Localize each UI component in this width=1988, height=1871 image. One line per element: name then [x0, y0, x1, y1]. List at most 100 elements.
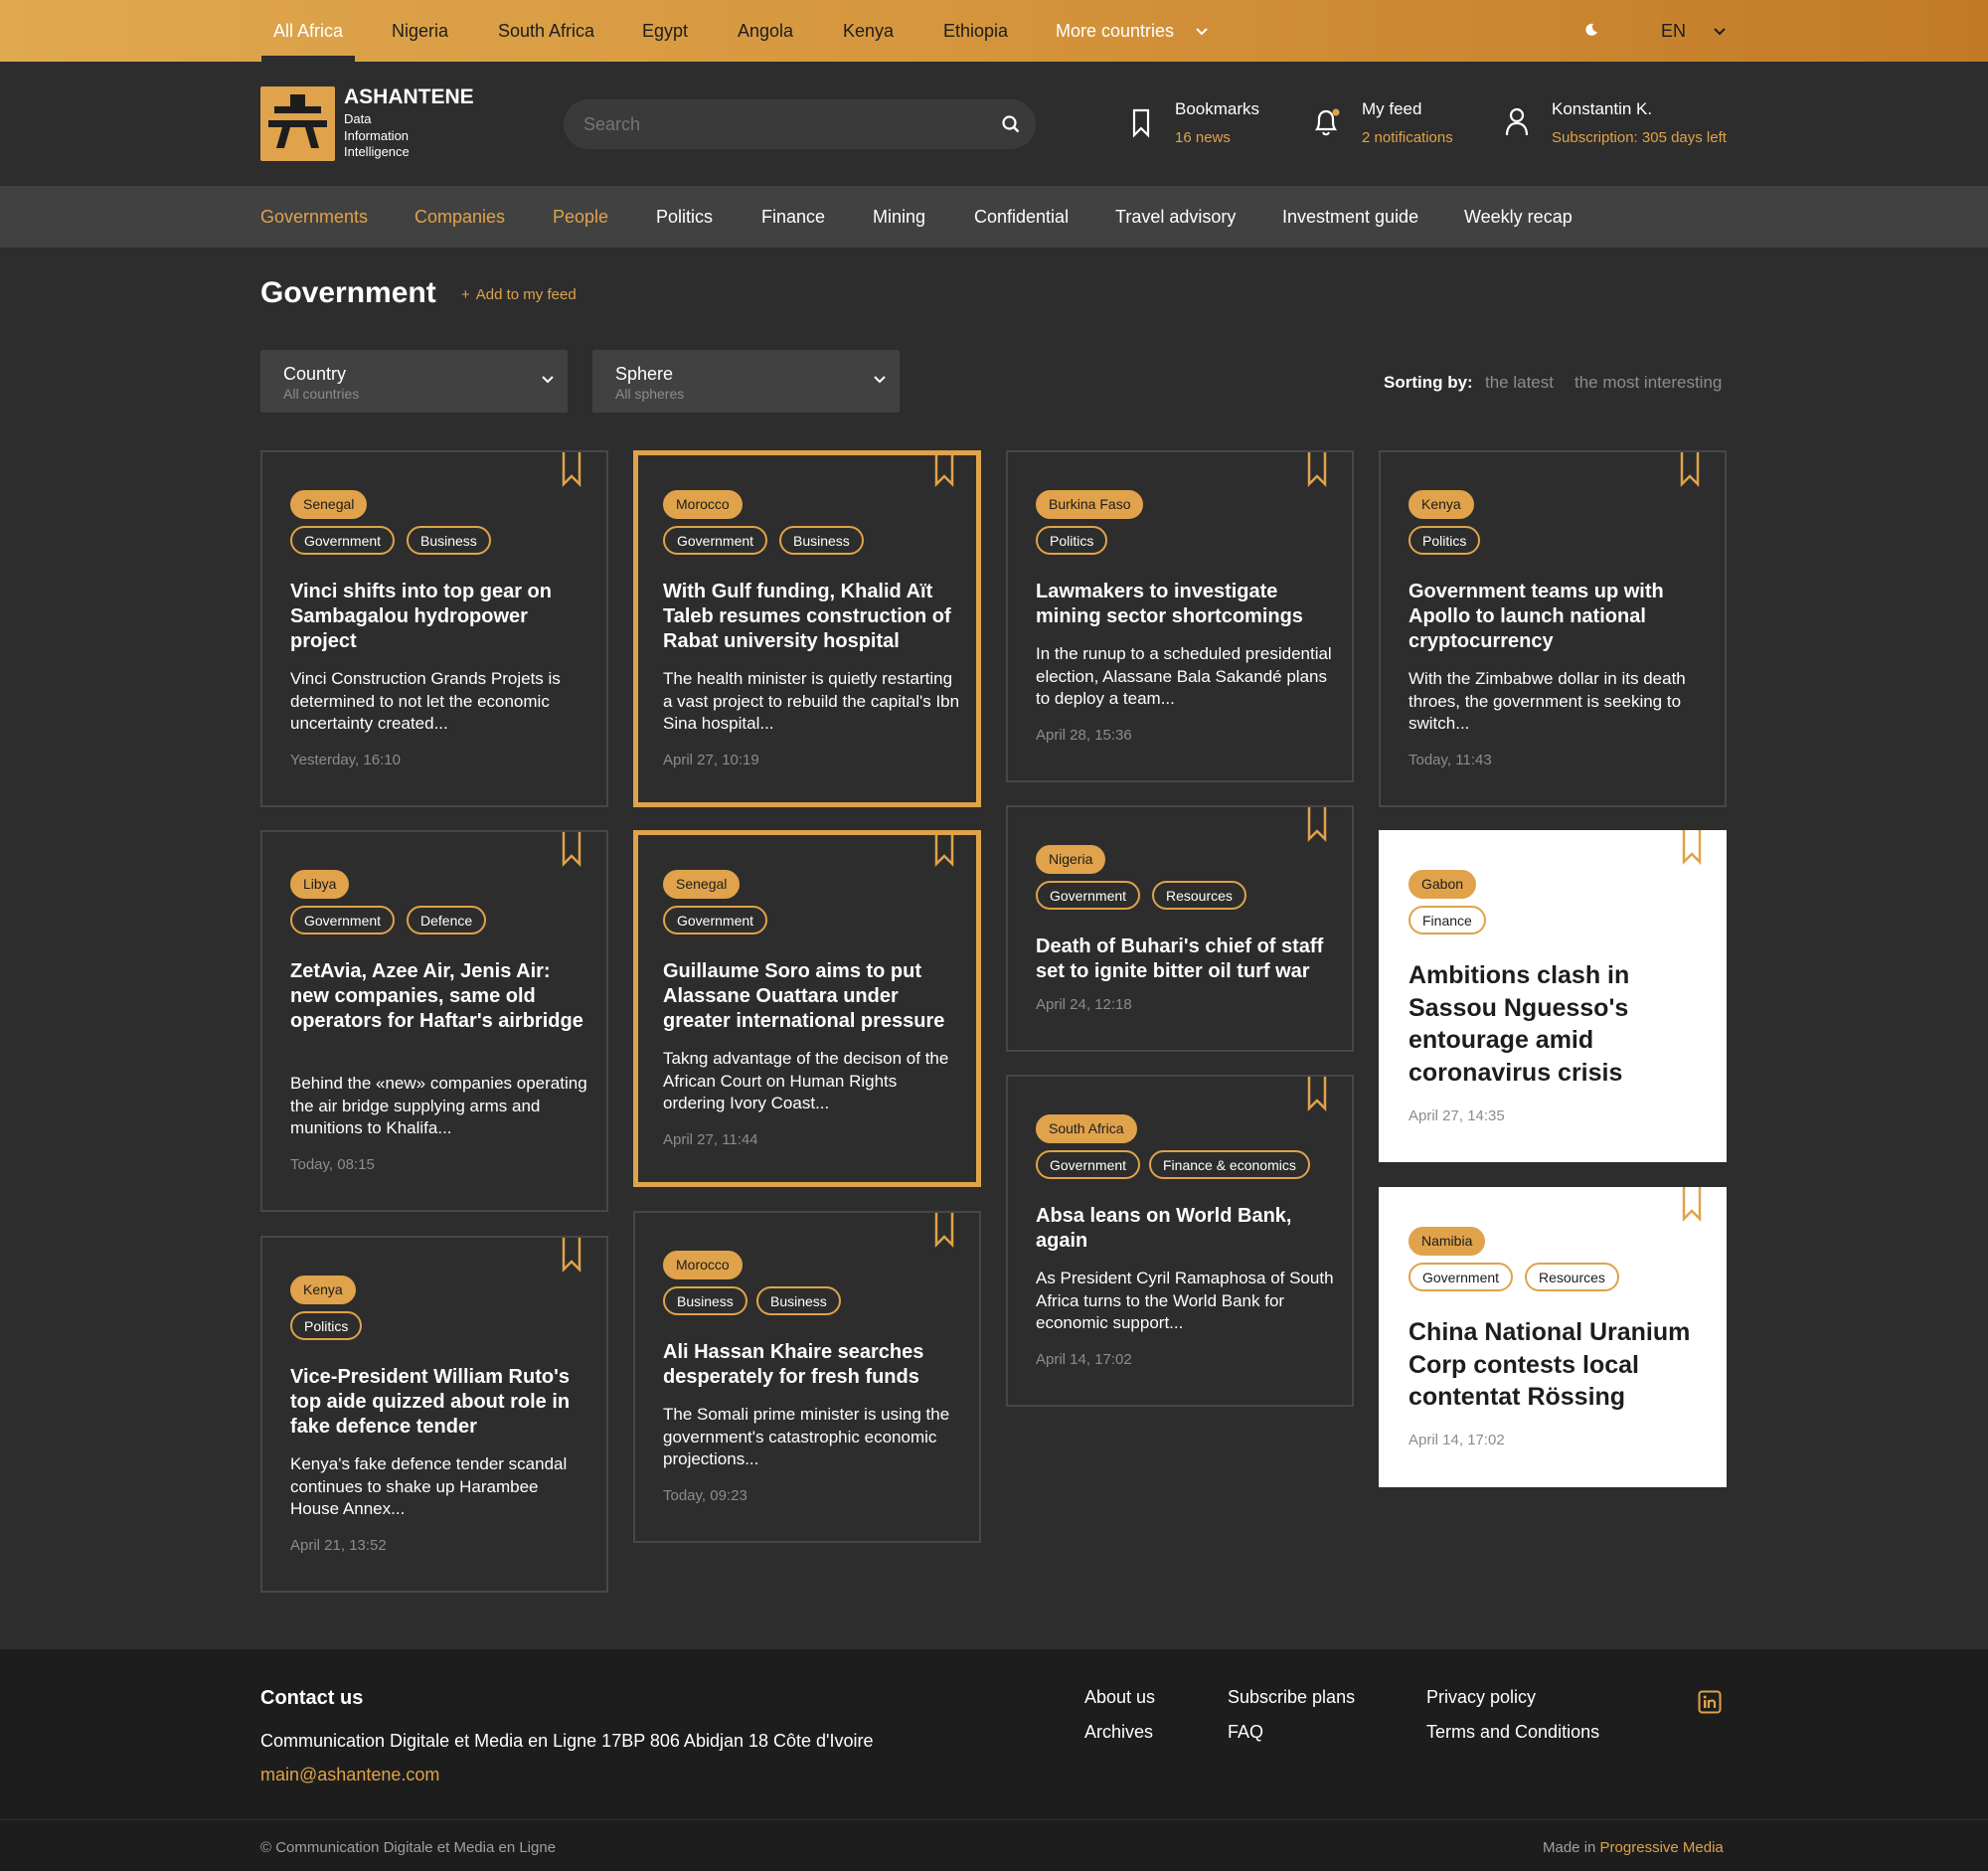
card-title[interactable]: Ambitions clash in Sassou Nguesso's ento… [1408, 959, 1717, 1089]
card-title[interactable]: Government teams up with Apollo to launc… [1408, 580, 1707, 654]
card-title[interactable]: With Gulf funding, Khalid Aït Taleb resu… [663, 580, 961, 654]
footer-link-privacy[interactable]: Privacy policy [1426, 1687, 1536, 1708]
tab-ethiopia[interactable]: Ethiopia [943, 0, 1008, 62]
news-card[interactable]: Burkina Faso Politics Lawmakers to inves… [1006, 450, 1354, 782]
bell-icon[interactable] [1312, 105, 1342, 139]
nav-confidential[interactable]: Confidential [974, 186, 1069, 248]
country-badge[interactable]: Burkina Faso [1036, 490, 1144, 519]
footer-link-terms[interactable]: Terms and Conditions [1426, 1722, 1599, 1743]
contact-email-link[interactable]: main@ashantene.com [260, 1765, 439, 1786]
more-countries-dropdown[interactable]: More countries [1056, 0, 1209, 62]
country-badge[interactable]: Gabon [1408, 870, 1477, 899]
bookmark-icon[interactable] [934, 832, 954, 868]
card-title[interactable]: ZetAvia, Azee Air, Jenis Air: new compan… [290, 959, 588, 1034]
footer-link-archives[interactable]: Archives [1084, 1722, 1153, 1743]
tab-angola[interactable]: Angola [738, 0, 793, 62]
my-feed-link[interactable]: My feed [1362, 99, 1421, 119]
news-card[interactable]: Libya Government Defence ZetAvia, Azee A… [260, 830, 608, 1212]
country-badge[interactable]: South Africa [1036, 1114, 1137, 1143]
bookmark-icon[interactable] [1307, 1077, 1327, 1112]
tag-chip[interactable]: Government [290, 526, 396, 555]
tag-chip[interactable]: Business [663, 1286, 747, 1315]
bookmark-icon[interactable] [1307, 807, 1327, 843]
tag-chip[interactable]: Government [1036, 1150, 1141, 1179]
tag-chip[interactable]: Politics [1036, 526, 1108, 555]
bookmarks-link[interactable]: Bookmarks [1175, 99, 1259, 119]
tag-chip[interactable]: Government [663, 906, 768, 935]
add-to-feed-button[interactable]: + Add to my feed [461, 286, 577, 303]
tag-chip[interactable]: Business [756, 1286, 841, 1315]
nav-politics[interactable]: Politics [656, 186, 713, 248]
card-title[interactable]: Lawmakers to investigate mining sector s… [1036, 580, 1334, 629]
news-card[interactable]: Kenya Politics Vice-President William Ru… [260, 1236, 608, 1593]
tag-chip[interactable]: Politics [1408, 526, 1481, 555]
country-badge[interactable]: Morocco [663, 1251, 743, 1279]
tag-chip[interactable]: Resources [1152, 881, 1246, 910]
tag-chip[interactable]: Defence [407, 906, 487, 935]
tab-nigeria[interactable]: Nigeria [392, 0, 448, 62]
card-title[interactable]: China National Uranium Corp contests loc… [1408, 1316, 1717, 1414]
card-title[interactable]: Ali Hassan Khaire searches desperately f… [663, 1340, 961, 1390]
news-card-highlighted[interactable]: Morocco Government Business With Gulf fu… [633, 450, 981, 807]
nav-companies[interactable]: Companies [414, 186, 505, 248]
country-badge[interactable]: Libya [290, 870, 350, 899]
bookmark-icon[interactable] [562, 452, 581, 488]
nav-mining[interactable]: Mining [873, 186, 925, 248]
country-badge[interactable]: Kenya [290, 1276, 356, 1304]
card-title[interactable]: Vinci shifts into top gear on Sambagalou… [290, 580, 588, 654]
country-badge[interactable]: Morocco [663, 490, 743, 519]
news-card-featured[interactable]: Gabon Finance Ambitions clash in Sassou … [1379, 830, 1727, 1162]
tag-chip[interactable]: Business [407, 526, 491, 555]
language-selector[interactable]: EN [1661, 0, 1727, 62]
tag-chip[interactable]: Business [779, 526, 864, 555]
news-card[interactable]: South Africa Government Finance & econom… [1006, 1075, 1354, 1407]
tab-all-africa[interactable]: All Africa [260, 0, 356, 62]
logo[interactable] [260, 86, 335, 161]
tag-chip[interactable]: Finance [1408, 906, 1486, 935]
sphere-filter[interactable]: Sphere All spheres [592, 350, 900, 413]
card-title[interactable]: Death of Buhari's chief of staff set to … [1036, 935, 1334, 984]
country-badge[interactable]: Kenya [1408, 490, 1474, 519]
news-card[interactable]: Kenya Politics Government teams up with … [1379, 450, 1727, 807]
country-badge[interactable]: Nigeria [1036, 845, 1106, 874]
search-icon[interactable] [1000, 113, 1022, 135]
country-badge[interactable]: Senegal [290, 490, 368, 519]
bookmark-icon[interactable] [934, 452, 954, 488]
bookmark-icon[interactable] [562, 832, 581, 868]
search-bar[interactable] [564, 99, 1036, 149]
bookmark-icon[interactable] [1682, 1187, 1702, 1223]
country-badge[interactable]: Senegal [663, 870, 741, 899]
bookmark-icon[interactable] [1131, 107, 1151, 139]
sort-latest[interactable]: the latest [1485, 373, 1554, 393]
news-card[interactable]: Nigeria Government Resources Death of Bu… [1006, 805, 1354, 1052]
tag-chip[interactable]: Resources [1525, 1263, 1619, 1291]
tag-chip[interactable]: Government [1036, 881, 1141, 910]
bookmark-icon[interactable] [1307, 452, 1327, 488]
footer-link-faq[interactable]: FAQ [1228, 1722, 1263, 1743]
made-by-link[interactable]: Progressive Media [1600, 1839, 1724, 1856]
bookmark-icon[interactable] [1680, 452, 1700, 488]
nav-people[interactable]: People [553, 186, 608, 248]
nav-investment-guide[interactable]: Investment guide [1282, 186, 1418, 248]
tag-chip[interactable]: Finance & economics [1149, 1150, 1310, 1179]
country-filter[interactable]: Country All countries [260, 350, 568, 413]
user-icon[interactable] [1503, 105, 1531, 137]
linkedin-icon[interactable] [1698, 1690, 1722, 1714]
tag-chip[interactable]: Government [1408, 1263, 1514, 1291]
nav-travel-advisory[interactable]: Travel advisory [1115, 186, 1236, 248]
tag-chip[interactable]: Government [290, 906, 396, 935]
nav-weekly-recap[interactable]: Weekly recap [1464, 186, 1573, 248]
country-badge[interactable]: Namibia [1408, 1227, 1486, 1256]
news-card-highlighted[interactable]: Senegal Government Guillaume Soro aims t… [633, 830, 981, 1187]
search-input[interactable] [583, 99, 981, 149]
tag-chip[interactable]: Politics [290, 1311, 363, 1340]
nav-governments[interactable]: Governments [260, 186, 368, 248]
card-title[interactable]: Absa leans on World Bank, again [1036, 1204, 1334, 1254]
tab-egypt[interactable]: Egypt [642, 0, 688, 62]
dark-mode-moon-icon[interactable] [1583, 22, 1599, 38]
card-title[interactable]: Vice-President William Ruto's top aide q… [290, 1365, 588, 1440]
footer-link-plans[interactable]: Subscribe plans [1228, 1687, 1355, 1708]
tab-kenya[interactable]: Kenya [843, 0, 894, 62]
nav-finance[interactable]: Finance [761, 186, 825, 248]
bookmark-icon[interactable] [934, 1213, 954, 1249]
